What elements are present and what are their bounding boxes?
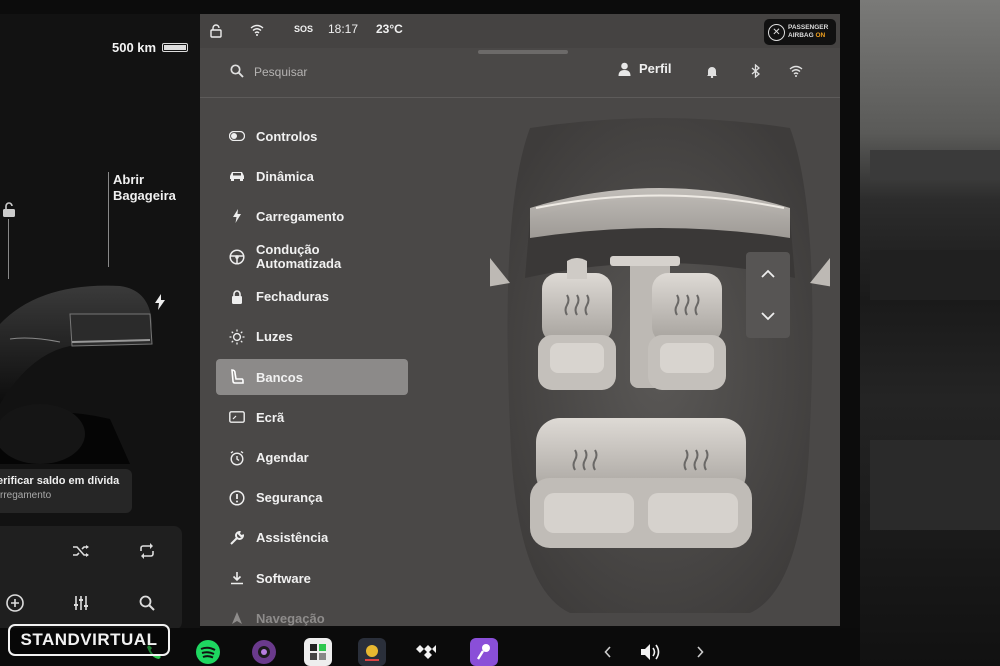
bluetooth-icon[interactable] bbox=[748, 63, 764, 79]
alarm-clock-icon bbox=[228, 449, 246, 467]
menu-item-luzes[interactable]: Luzes bbox=[216, 319, 408, 355]
steering-wheel-icon bbox=[228, 248, 246, 266]
bolt-icon bbox=[228, 207, 246, 225]
seat-scroll-control bbox=[746, 252, 790, 338]
battery-icon bbox=[162, 43, 188, 52]
wrench-icon bbox=[228, 529, 246, 547]
passenger-airbag-indicator: ✕ PASSENGER AIRBAG ON bbox=[764, 19, 836, 45]
download-icon bbox=[228, 569, 246, 587]
equalizer-icon[interactable] bbox=[66, 588, 96, 618]
repeat-icon[interactable] bbox=[132, 536, 162, 566]
add-icon[interactable] bbox=[0, 588, 30, 618]
settings-header: Perfil bbox=[200, 58, 840, 98]
settings-menu: Controlos Dinâmica Carregamento Condução… bbox=[216, 118, 408, 626]
search-icon bbox=[230, 64, 244, 78]
clock-text: 18:17 bbox=[328, 22, 359, 36]
open-trunk-button[interactable]: Abrir Bagageira bbox=[113, 172, 176, 204]
settings-panel: Perfil Controlos Dinâmica Carregamento C… bbox=[200, 48, 840, 626]
menu-item-conducao-automatizada[interactable]: Condução Automatizada bbox=[216, 239, 408, 275]
search-input[interactable] bbox=[254, 62, 454, 82]
seat-diagram bbox=[490, 118, 830, 613]
arcade-icon[interactable] bbox=[304, 638, 332, 666]
chevron-down-icon[interactable] bbox=[746, 295, 790, 338]
range-text: 500 km bbox=[112, 40, 157, 55]
lock-icon[interactable] bbox=[210, 24, 222, 41]
lock-icon bbox=[228, 288, 246, 306]
alert-card[interactable]: erificar saldo em dívida rregamento bbox=[0, 469, 132, 513]
drag-handle[interactable] bbox=[478, 50, 568, 54]
camera-app-icon[interactable] bbox=[250, 638, 278, 666]
airbag-state: ON bbox=[815, 32, 826, 39]
menu-item-ecra[interactable]: Ecrã bbox=[216, 399, 408, 435]
car-icon bbox=[228, 167, 246, 185]
toybox-icon[interactable] bbox=[358, 638, 386, 666]
unlock-icon[interactable] bbox=[2, 202, 16, 221]
menu-item-software[interactable]: Software bbox=[216, 560, 408, 596]
sos-button[interactable]: SOS bbox=[294, 24, 313, 34]
wifi-icon bbox=[250, 24, 264, 39]
sun-icon bbox=[228, 328, 246, 346]
chevron-right-icon[interactable] bbox=[686, 638, 714, 666]
karaoke-icon[interactable] bbox=[470, 638, 498, 666]
display-icon bbox=[228, 408, 246, 426]
menu-item-assistencia[interactable]: Assistência bbox=[216, 520, 408, 556]
temperature-text: 23°C bbox=[376, 22, 403, 36]
menu-item-fechaduras[interactable]: Fechaduras bbox=[216, 279, 408, 315]
menu-item-bancos[interactable]: Bancos bbox=[216, 359, 408, 396]
menu-item-seguranca[interactable]: Segurança bbox=[216, 480, 408, 516]
profile-button[interactable]: Perfil bbox=[618, 61, 672, 76]
media-player-card bbox=[0, 526, 182, 630]
car-render-image bbox=[0, 285, 153, 464]
alert-circle-icon bbox=[228, 489, 246, 507]
wifi-icon[interactable] bbox=[788, 63, 804, 79]
car-status-panel: 500 km Abrir Bagageira erificar saldo em… bbox=[0, 14, 200, 630]
menu-item-navegacao[interactable]: Navegação bbox=[216, 600, 408, 626]
menu-item-carregamento[interactable]: Carregamento bbox=[216, 198, 408, 234]
chevron-left-icon[interactable] bbox=[594, 638, 622, 666]
spotify-icon[interactable] bbox=[194, 638, 222, 666]
airbag-off-icon: ✕ bbox=[768, 23, 785, 41]
standvirtual-watermark: STANDVIRTUAL bbox=[8, 624, 170, 656]
menu-item-agendar[interactable]: Agendar bbox=[216, 440, 408, 476]
toggle-icon bbox=[228, 127, 246, 145]
search-icon[interactable] bbox=[132, 588, 162, 618]
seat-icon bbox=[228, 368, 246, 386]
chevron-up-icon[interactable] bbox=[746, 252, 790, 295]
navigation-icon bbox=[228, 609, 246, 626]
volume-icon[interactable] bbox=[638, 638, 666, 666]
status-bar: SOS 18:17 23°C bbox=[200, 14, 840, 48]
bell-icon[interactable] bbox=[704, 63, 720, 79]
user-icon bbox=[618, 62, 631, 76]
tidal-icon[interactable] bbox=[412, 638, 440, 666]
shuffle-icon[interactable] bbox=[66, 536, 96, 566]
menu-item-dinamica[interactable]: Dinâmica bbox=[216, 158, 408, 194]
menu-item-controlos[interactable]: Controlos bbox=[216, 118, 408, 154]
car-interior-background bbox=[860, 0, 1000, 666]
